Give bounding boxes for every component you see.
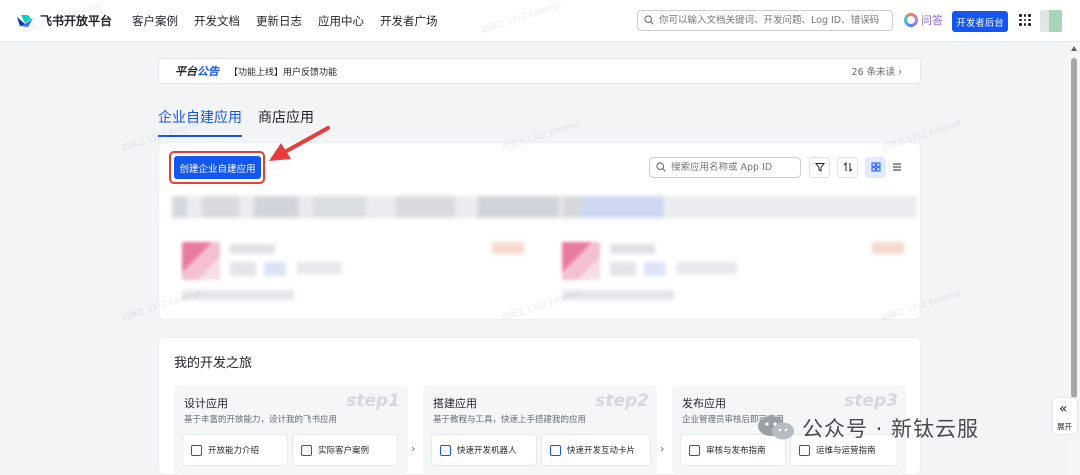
chip-capabilities[interactable]: 开放能力介绍 (182, 434, 288, 466)
blurred-app-strip (172, 196, 917, 218)
qa-icon (904, 13, 918, 27)
scroll-thumb[interactable] (1071, 58, 1077, 398)
app-search-box[interactable] (649, 157, 801, 178)
notice-title: 平台公告 (175, 65, 219, 78)
wechat-account-name: 公众号 · 新钛云服 (802, 417, 980, 441)
nav-dev-docs[interactable]: 开发文档 (194, 13, 240, 29)
platform-notice-bar[interactable]: 平台公告 【功能上线】用户反馈功能 26 条未读 › (158, 58, 921, 84)
app-card[interactable] (552, 224, 909, 316)
step-tag: step3 (844, 391, 898, 411)
review-icon (689, 444, 700, 456)
tab-custom-apps[interactable]: 企业自建应用 (158, 107, 242, 137)
notice-text[interactable]: 【功能上线】用户反馈功能 (229, 65, 337, 78)
expand-label: 展开 (1057, 422, 1072, 431)
step-desc: 基于教程与工具，快速上手搭建我的应用 (433, 415, 587, 425)
wechat-icon (756, 414, 796, 442)
case-icon (301, 444, 312, 456)
app-icon (182, 242, 220, 280)
main-nav: 客户案例 开发文档 更新日志 应用中心 开发者广场 (132, 13, 454, 29)
unread-count[interactable]: 26 条未读 › (852, 64, 902, 78)
bot-icon (440, 444, 451, 456)
journey-title: 我的开发之旅 (174, 356, 253, 371)
list-view-icon (892, 161, 902, 175)
feishu-logo-icon (16, 14, 34, 28)
app-icon (562, 242, 600, 280)
list-view-button[interactable] (886, 157, 907, 178)
sort-icon (843, 161, 853, 175)
chip-customer-cases[interactable]: 实际客户案例 (292, 434, 398, 466)
create-custom-app-button[interactable]: 创建企业自建应用 (174, 156, 261, 179)
dev-console-button[interactable]: 开发者后台 (952, 11, 1008, 32)
search-icon (644, 14, 654, 28)
double-chevron-left-icon: « (1059, 401, 1067, 417)
chevron-right-icon: › (898, 67, 902, 78)
wechat-watermark: 公众号 · 新钛云服 (756, 413, 979, 443)
qa-link[interactable]: 问答 (904, 12, 943, 28)
doc-search-box[interactable] (637, 10, 893, 31)
doc-search-input[interactable] (659, 15, 884, 26)
step-title: 搭建应用 (433, 397, 477, 410)
qa-label: 问答 (921, 14, 943, 27)
app-grid-icon[interactable] (1019, 14, 1031, 26)
step-tag: step2 (595, 391, 649, 411)
scroll-up-icon[interactable] (1071, 46, 1077, 51)
doc-icon (191, 444, 202, 456)
nav-customer-cases[interactable]: 客户案例 (132, 13, 178, 29)
step-title: 设计应用 (184, 397, 228, 410)
step-title: 发布应用 (682, 397, 726, 410)
search-icon (656, 161, 666, 175)
chip-bot[interactable]: 快速开发机器人 (431, 434, 537, 466)
filter-button[interactable] (809, 157, 830, 178)
expand-panel-button[interactable]: « 展开 (1052, 397, 1078, 435)
chip-card[interactable]: 快速开发互动卡片 (541, 434, 651, 466)
step-build: 搭建应用 基于教程与工具，快速上手搭建我的应用 step2 快速开发机器人 快速… (423, 385, 657, 475)
app-search-input[interactable] (671, 162, 796, 173)
filter-icon (814, 161, 825, 175)
chevron-right-icon: › (660, 442, 665, 455)
card-icon (550, 444, 561, 456)
top-navbar: 飞书开放平台 客户案例 开发文档 更新日志 应用中心 开发者广场 问答 开发者后… (0, 0, 1080, 42)
step-desc: 基于丰富的开放能力，设计我的飞书应用 (184, 415, 338, 425)
nav-dev-square[interactable]: 开发者广场 (380, 13, 438, 29)
grid-view-icon (871, 161, 881, 175)
logo[interactable]: 飞书开放平台 (16, 12, 116, 29)
logo-text: 飞书开放平台 (40, 14, 113, 28)
chevron-right-icon: › (411, 442, 416, 455)
step-design: 设计应用 基于丰富的开放能力，设计我的飞书应用 step1 开放能力介绍 实际客… (174, 385, 408, 475)
grid-view-button[interactable] (865, 157, 886, 178)
sort-button[interactable] (837, 157, 858, 178)
nav-app-center[interactable]: 应用中心 (318, 13, 364, 29)
chart-icon (799, 444, 810, 456)
nav-changelog[interactable]: 更新日志 (256, 13, 302, 29)
annotation-arrow-icon (269, 126, 330, 161)
step-tag: step1 (346, 391, 400, 411)
app-card[interactable] (172, 224, 529, 316)
avatar[interactable] (1040, 10, 1062, 32)
